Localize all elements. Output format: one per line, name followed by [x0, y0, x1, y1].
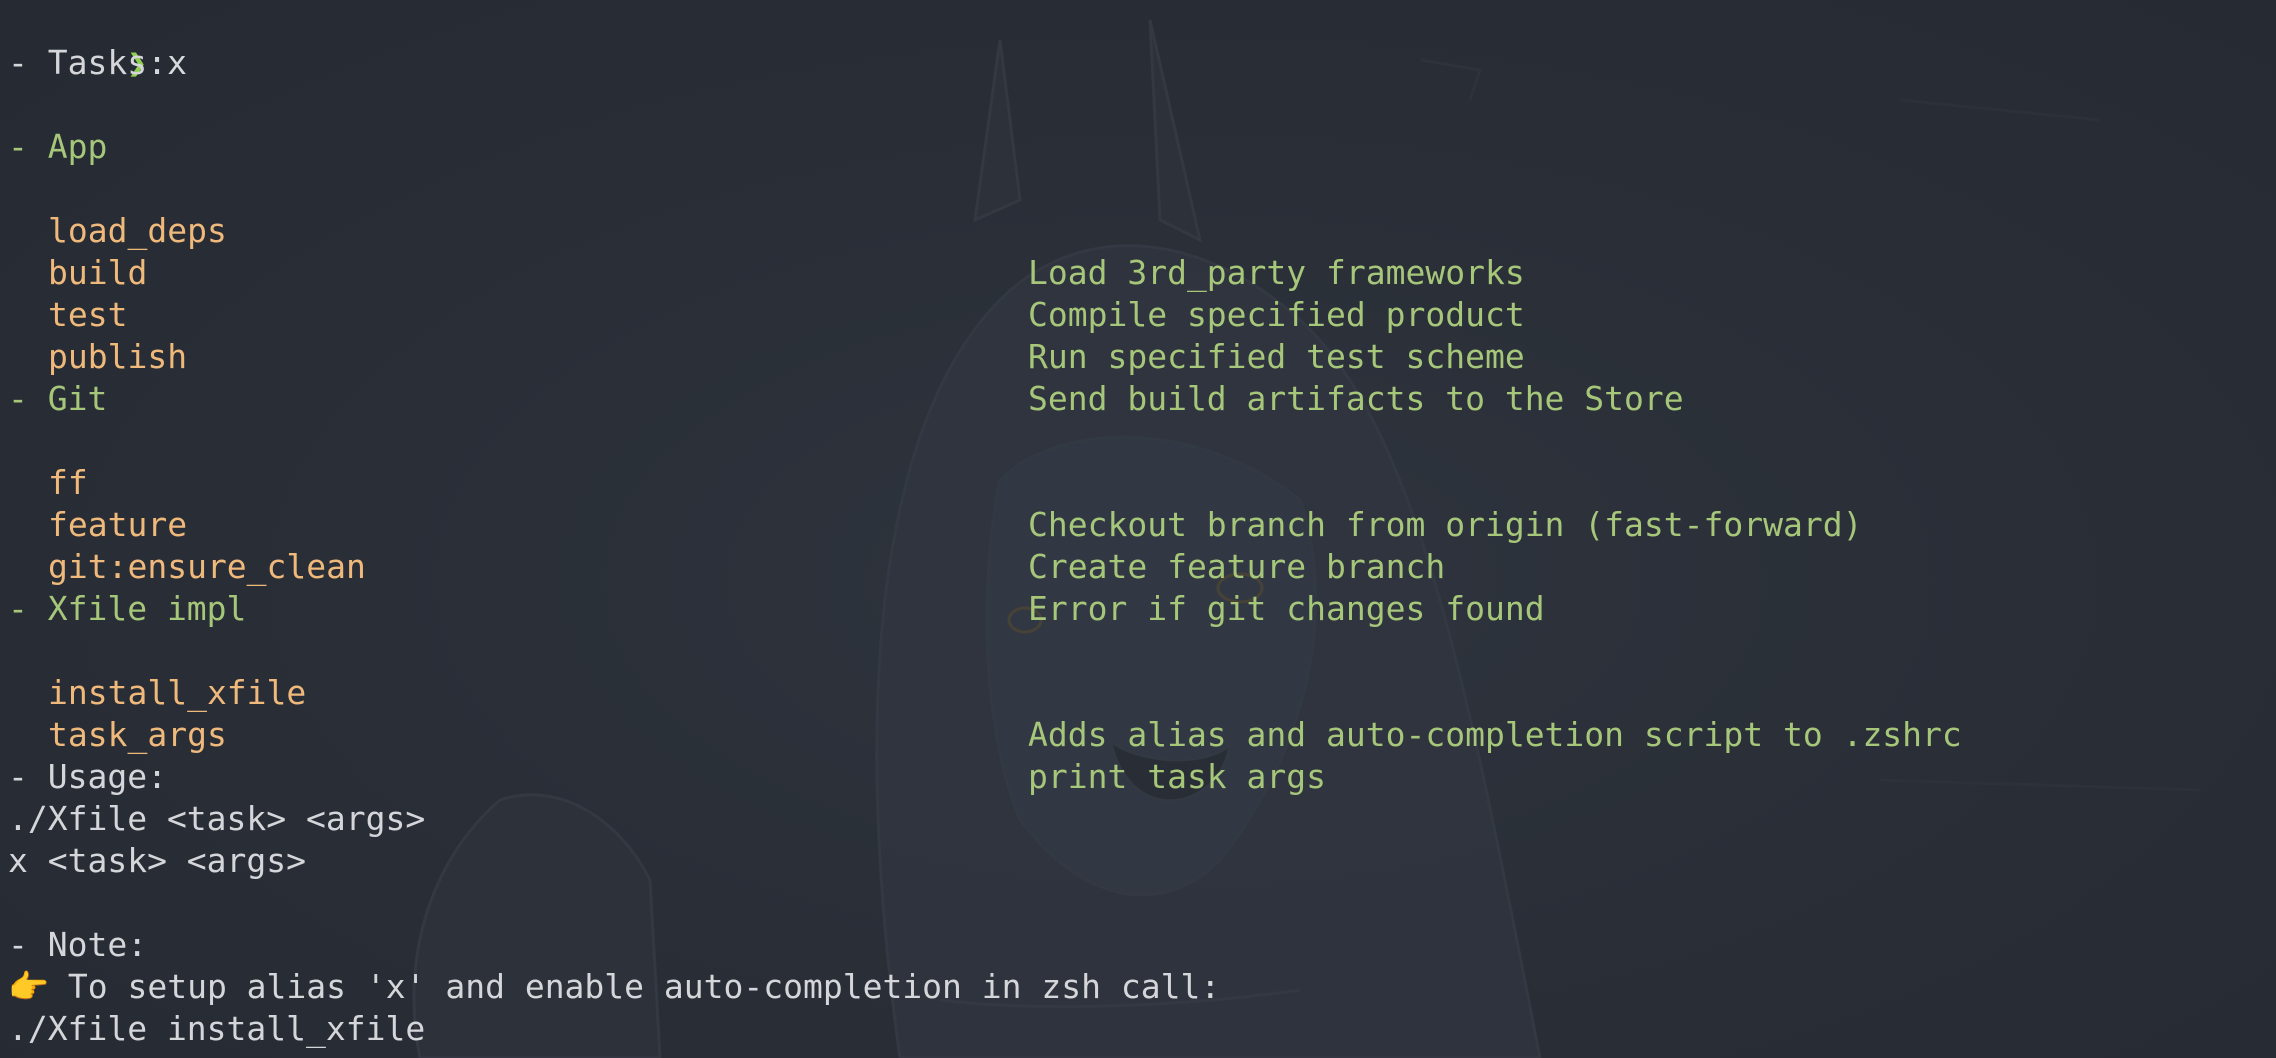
task-row: feature Create feature branch	[8, 462, 2268, 586]
task-row: install_xfile Adds alias and auto-comple…	[8, 630, 2268, 754]
tasks-header: - Tasks:	[8, 43, 167, 82]
task-row: test Run specified test scheme	[8, 252, 2268, 376]
group-title-app: - App	[8, 127, 108, 166]
task-row: build Compile specified product	[8, 210, 2268, 334]
usage-line: ./Xfile <task> <args>	[8, 799, 426, 838]
task-row: load_deps Load 3rd_party frameworks	[8, 168, 2268, 292]
task-row: ff Checkout branch from origin (fast-for…	[8, 420, 2268, 544]
task-row: publish Send build artifacts to the Stor…	[8, 294, 2268, 418]
note-text: To setup alias 'x' and enable auto-compl…	[48, 967, 1221, 1006]
task-row: task_args print task args	[8, 672, 2268, 796]
pointing-hand-icon: 👉	[8, 967, 50, 1006]
terminal-window[interactable]: ❯ x - Tasks: - App load_deps Load 3rd_par…	[0, 0, 2276, 1058]
note-header: - Note:	[8, 925, 148, 964]
usage-line: x <task> <args>	[8, 841, 307, 880]
note-command: ./Xfile install_xfile	[8, 1009, 426, 1048]
usage-header: - Usage:	[8, 757, 167, 796]
group-title-git: - Git	[8, 379, 108, 418]
group-title-xfile-impl: - Xfile impl	[8, 589, 247, 628]
prompt-line: ❯ x	[8, 0, 2268, 82]
task-row: git:ensure_clean Error if git changes fo…	[8, 504, 2268, 628]
terminal-output: ❯ x - Tasks: - App load_deps Load 3rd_par…	[8, 0, 2268, 1050]
note-text-line: 👉 To setup alias 'x' and enable auto-com…	[8, 966, 2268, 1008]
